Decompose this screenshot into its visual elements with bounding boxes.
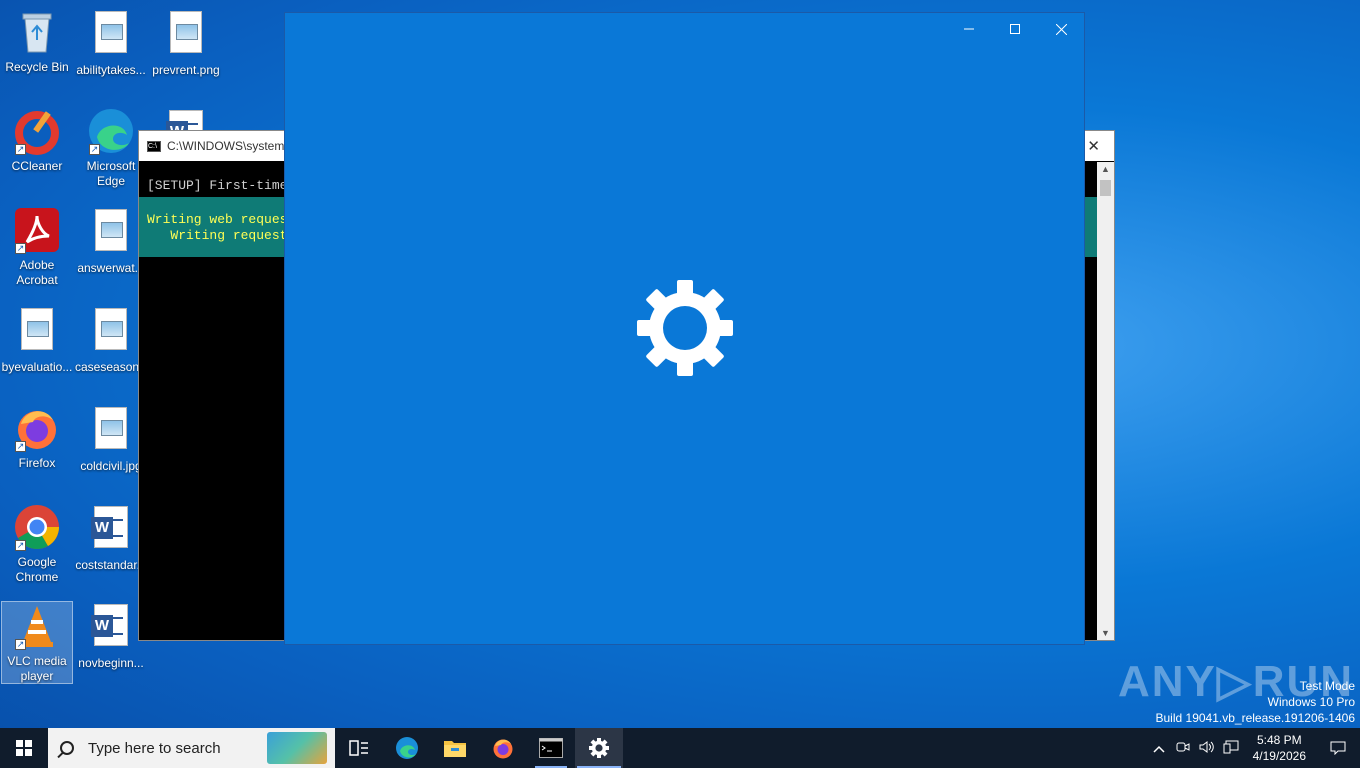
gear-icon xyxy=(589,738,609,758)
desktop-icon-recycle-bin[interactable]: Recycle Bin xyxy=(1,8,73,75)
desktop-icon-label: prevrent.png xyxy=(152,63,220,77)
desktop-icon-file[interactable]: coldcivil.jpg xyxy=(75,404,147,474)
cmd-icon xyxy=(539,738,563,758)
taskbar-search-box[interactable]: Type here to search xyxy=(48,728,335,768)
console-close-button[interactable]: ✕ xyxy=(1087,137,1100,155)
taskbar-clock[interactable]: 5:48 PM 4/19/2026 xyxy=(1243,732,1316,764)
word-document-icon: W xyxy=(91,604,128,646)
scroll-thumb[interactable] xyxy=(1100,180,1111,196)
desktop-icon-label: Firefox xyxy=(18,456,56,470)
os-build-label: Build 19041.vb_release.191206-1406 xyxy=(1155,711,1356,725)
volume-icon[interactable] xyxy=(1195,740,1219,757)
maximize-button[interactable] xyxy=(992,13,1038,45)
desktop-icon-label: Adobe Acrobat xyxy=(16,258,58,287)
meet-now-icon[interactable] xyxy=(1171,741,1195,756)
taskbar-file-explorer[interactable] xyxy=(431,728,479,768)
shortcut-arrow-icon: ↗ xyxy=(15,144,26,155)
desktop-icon-file[interactable]: prevrent.png xyxy=(150,8,222,78)
search-icon xyxy=(60,741,74,755)
desktop-icon-label: novbeginn... xyxy=(78,656,144,670)
image-file-icon xyxy=(95,209,127,251)
firefox-icon xyxy=(493,739,513,759)
shortcut-arrow-icon: ↗ xyxy=(15,540,26,551)
desktop-icon-label: abilitytakes... xyxy=(76,63,146,77)
desktop-icon-label: answerwat... xyxy=(77,261,145,275)
desktop-icon-label: coldcivil.jpg xyxy=(80,459,142,473)
image-file-icon xyxy=(95,407,127,449)
clock-time: 5:48 PM xyxy=(1256,733,1302,747)
image-file-icon xyxy=(95,11,127,53)
os-edition-label: Windows 10 Pro xyxy=(1267,695,1355,709)
system-tray: 5:48 PM 4/19/2026 xyxy=(1147,728,1360,768)
settings-splash-window[interactable] xyxy=(284,12,1085,645)
desktop-icon-vlc[interactable]: ↗ VLC media player xyxy=(1,601,73,684)
desktop-icon-label: byevaluatio... xyxy=(1,360,73,374)
scroll-down-icon[interactable]: ▼ xyxy=(1097,628,1114,638)
taskbar-firefox[interactable] xyxy=(479,728,527,768)
search-highlight-image xyxy=(267,732,327,764)
taskbar-edge[interactable] xyxy=(383,728,431,768)
network-icon[interactable] xyxy=(1219,740,1243,757)
recycle-bin-icon xyxy=(13,8,61,56)
desktop-icon-firefox[interactable]: ↗ Firefox xyxy=(1,404,73,471)
window-controls xyxy=(946,13,1084,45)
desktop-icon-google-chrome[interactable]: ↗ Google Chrome xyxy=(1,503,73,585)
desktop-icon-label: coststandar... xyxy=(75,558,147,572)
edge-icon: ↗ xyxy=(87,107,135,155)
desktop-icon-label: Google Chrome xyxy=(15,555,59,584)
shortcut-arrow-icon: ↗ xyxy=(89,144,100,155)
notification-icon xyxy=(1330,741,1346,755)
taskbar-settings[interactable] xyxy=(575,728,623,768)
desktop-icon-file[interactable]: caseseason... xyxy=(75,305,150,375)
search-placeholder: Type here to search xyxy=(88,739,221,757)
gear-icon xyxy=(635,278,735,378)
ccleaner-icon: ↗ xyxy=(13,107,61,155)
desktop-icon-label: Recycle Bin xyxy=(5,60,69,74)
desktop-icon-file[interactable]: byevaluatio... xyxy=(1,305,73,375)
task-view-icon xyxy=(349,740,368,756)
notification-center-button[interactable] xyxy=(1316,728,1360,768)
scroll-up-icon[interactable]: ▲ xyxy=(1097,164,1114,174)
shortcut-arrow-icon: ↗ xyxy=(15,441,26,452)
shortcut-arrow-icon: ↗ xyxy=(15,243,26,254)
clock-date: 4/19/2026 xyxy=(1252,749,1306,763)
chrome-icon: ↗ xyxy=(13,503,61,551)
desktop-icon-label: Microsoft Edge xyxy=(86,159,136,188)
taskbar-cmd[interactable] xyxy=(527,728,575,768)
console-scrollbar[interactable]: ▲ ▼ xyxy=(1097,162,1114,640)
word-document-icon: W xyxy=(91,506,128,548)
desktop-icon-word-doc[interactable]: W coststandar... xyxy=(75,503,147,573)
desktop-icon-adobe-acrobat[interactable]: ↗ Adobe Acrobat xyxy=(1,206,73,288)
desktop-icon-label: VLC media player xyxy=(7,654,67,683)
folder-icon xyxy=(444,741,466,757)
adobe-acrobat-icon: ↗ xyxy=(13,206,61,254)
taskbar: Type here to search 5:48 PM 4/19/2026 xyxy=(0,728,1360,768)
desktop-icon-ccleaner[interactable]: ↗ CCleaner xyxy=(1,107,73,174)
start-button[interactable] xyxy=(0,728,48,768)
image-file-icon xyxy=(95,308,127,350)
minimize-button[interactable] xyxy=(946,13,992,45)
vlc-icon: ↗ xyxy=(13,602,61,650)
chevron-up-icon[interactable] xyxy=(1147,741,1171,756)
firefox-icon: ↗ xyxy=(13,404,61,452)
desktop-icon-label: CCleaner xyxy=(11,159,63,173)
task-view-button[interactable] xyxy=(335,728,383,768)
test-mode-label: Test Mode xyxy=(1299,679,1355,693)
windows-logo-icon xyxy=(16,740,32,756)
desktop-icon-file[interactable]: answerwat... xyxy=(75,206,147,276)
desktop-icon-word-doc[interactable]: W novbeginn... xyxy=(75,601,147,671)
close-button[interactable] xyxy=(1038,13,1084,45)
cmd-icon: C:\ xyxy=(147,140,161,152)
edge-icon xyxy=(396,737,418,759)
desktop-icon-label: caseseason... xyxy=(75,360,150,374)
shortcut-arrow-icon: ↗ xyxy=(15,639,26,650)
os-build-info: Test Mode Windows 10 Pro Build 19041.vb_… xyxy=(1156,678,1356,726)
image-file-icon xyxy=(170,11,202,53)
desktop-icon-edge[interactable]: ↗ Microsoft Edge xyxy=(75,107,147,189)
desktop-icon-file[interactable]: abilitytakes... xyxy=(75,8,147,78)
image-file-icon xyxy=(21,308,53,350)
